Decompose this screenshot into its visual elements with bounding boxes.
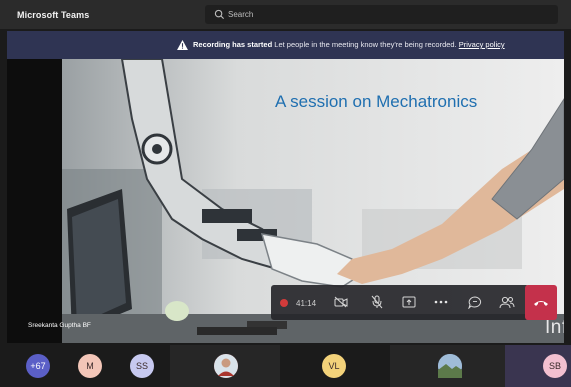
avatar: SB	[543, 354, 567, 378]
participant-strip: +67 M SS VL SB	[0, 345, 571, 387]
presenter-name: Sreekanta Guptha BF	[28, 322, 91, 329]
camera-off-button[interactable]	[333, 294, 349, 310]
recording-indicator	[280, 299, 288, 307]
chat-button[interactable]	[467, 294, 483, 310]
participant-tile[interactable]: +67	[0, 345, 60, 387]
camera-off-icon	[334, 296, 348, 308]
warning-icon	[177, 40, 188, 50]
search-icon	[214, 9, 225, 20]
more-icon	[434, 300, 448, 304]
search-box[interactable]: Search	[205, 5, 558, 24]
participants-icon	[499, 296, 515, 308]
avatar-photo	[438, 354, 462, 378]
participants-button[interactable]	[499, 294, 515, 310]
avatar: SS	[130, 354, 154, 378]
call-controls: 41:14	[271, 285, 529, 320]
participant-tile[interactable]: VL	[280, 345, 390, 387]
landscape-photo-icon	[438, 354, 462, 378]
share-button[interactable]	[401, 294, 417, 310]
participant-tile-self[interactable]: SB	[505, 345, 571, 387]
search-placeholder[interactable]: Search	[228, 10, 253, 19]
participant-tile[interactable]: M	[60, 345, 110, 387]
banner-bold-text: Recording has started	[193, 40, 273, 49]
call-timer: 41:14	[296, 299, 317, 308]
mic-off-icon	[371, 295, 383, 309]
slide-title: A session on Mechatronics	[275, 92, 478, 111]
mic-off-button[interactable]	[369, 294, 385, 310]
title-bar: Microsoft Teams Search	[0, 0, 571, 29]
avatar: M	[78, 354, 102, 378]
avatar-photo	[214, 354, 238, 378]
overflow-count-badge[interactable]: +67	[26, 354, 50, 378]
recording-banner: Recording has started Let people in the …	[7, 31, 564, 59]
banner-message: Let people in the meeting know they're b…	[274, 40, 457, 49]
participant-tile[interactable]: SS	[110, 345, 170, 387]
teams-meeting-window: Microsoft Teams Search Recording has sta…	[0, 0, 571, 387]
chat-icon	[468, 295, 482, 309]
more-options-button[interactable]	[433, 294, 449, 310]
participant-tile[interactable]	[390, 345, 505, 387]
person-photo-icon	[214, 354, 238, 378]
share-icon	[402, 296, 416, 308]
privacy-policy-link[interactable]: Privacy policy	[459, 40, 505, 49]
hangup-icon	[534, 300, 548, 306]
avatar: VL	[322, 354, 346, 378]
participant-tile[interactable]	[170, 345, 280, 387]
hangup-button[interactable]	[525, 285, 557, 320]
app-title: Microsoft Teams	[17, 10, 90, 20]
banner-text: Recording has started Let people in the …	[193, 40, 505, 49]
brand-watermark: Infosys	[545, 317, 564, 338]
